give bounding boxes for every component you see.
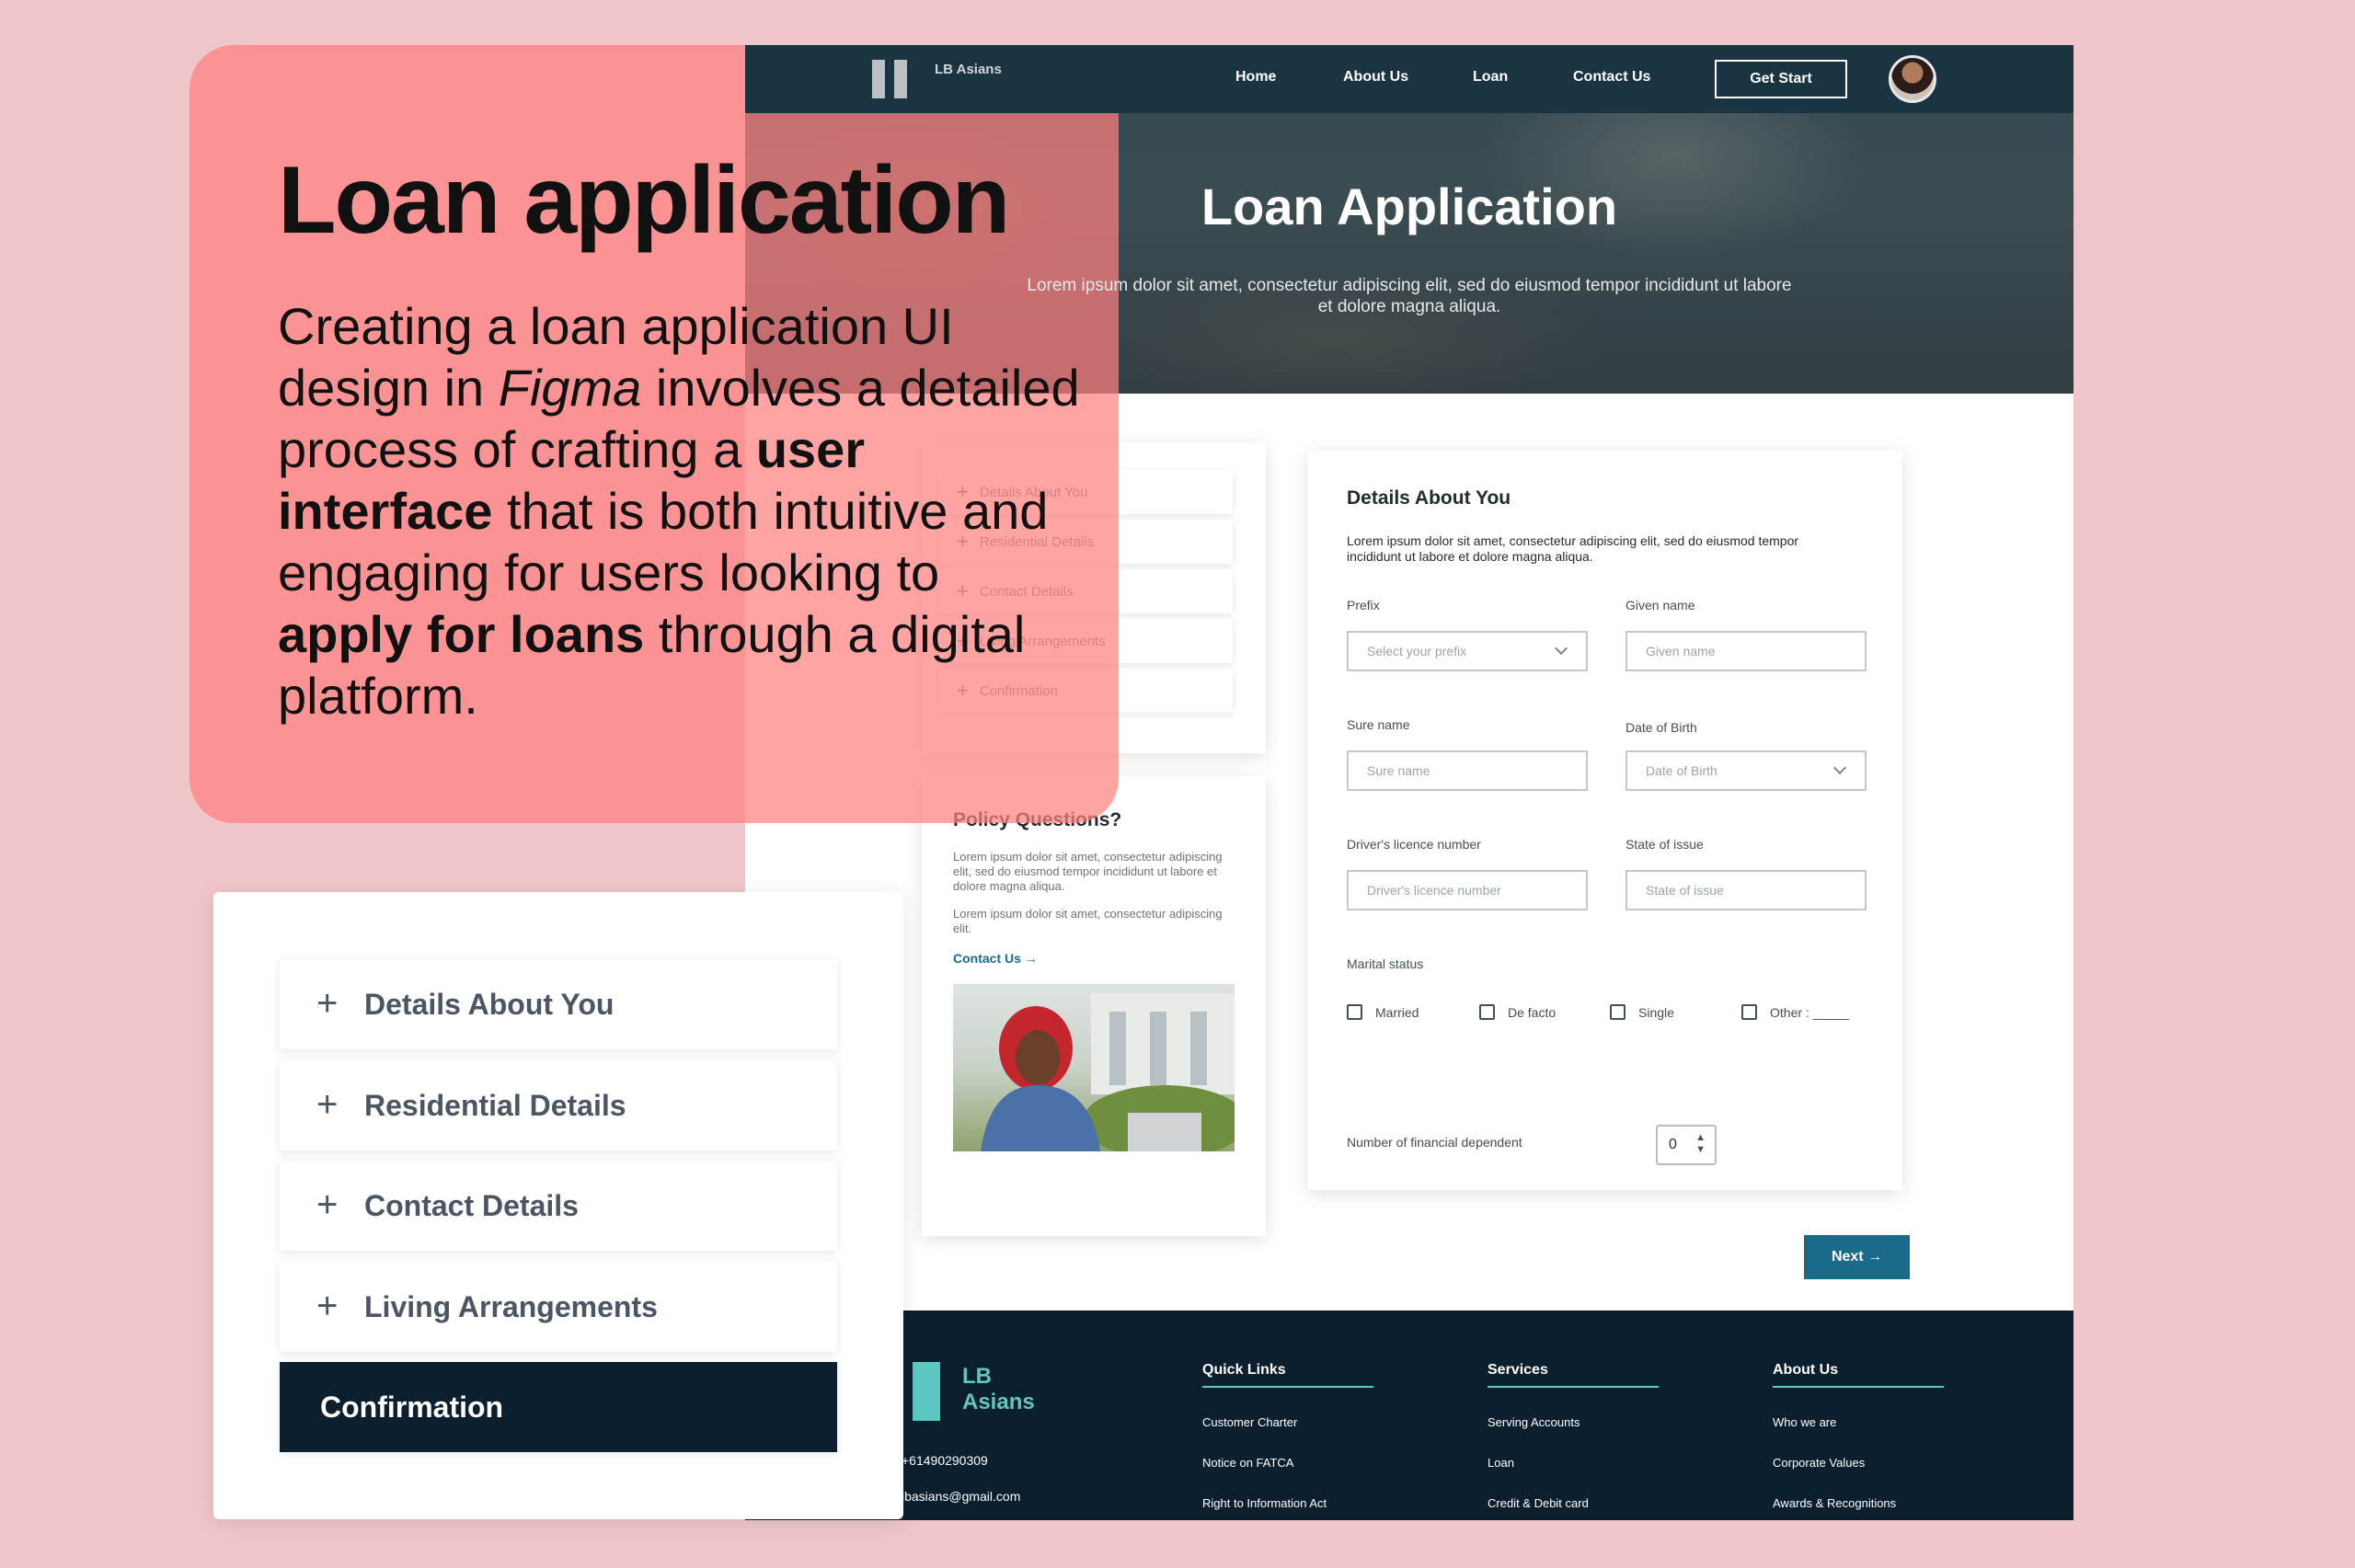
married-checkbox[interactable]: Married	[1347, 1004, 1419, 1020]
footer-link[interactable]: Who we are	[1773, 1415, 1836, 1429]
footer-services-title: Services	[1488, 1362, 1659, 1388]
zoom-step-label: Details About You	[364, 987, 615, 1021]
policy-paragraph: Lorem ipsum dolor sit amet, consectetur …	[953, 850, 1223, 893]
hero-title: Loan Application	[1200, 177, 1618, 235]
zoom-step-label: Confirmation	[320, 1390, 504, 1424]
promo-text-italic: Figma	[498, 359, 642, 417]
prefix-label: Prefix	[1347, 598, 1380, 612]
footer-link[interactable]: Right to Information Act	[1202, 1496, 1327, 1510]
single-checkbox[interactable]: Single	[1610, 1004, 1674, 1020]
zoomed-steps-card: + Details About You + Residential Details …	[213, 892, 903, 1519]
checkbox-icon	[1347, 1004, 1362, 1020]
footer-about-title: About Us	[1773, 1362, 1944, 1388]
next-button[interactable]: Next →	[1804, 1235, 1910, 1279]
prefix-select[interactable]: Select your prefix	[1347, 631, 1588, 671]
zoom-step-contact-details[interactable]: + Contact Details	[280, 1161, 837, 1251]
dob-placeholder: Date of Birth	[1646, 763, 1717, 778]
footer-brand-line: LB	[962, 1364, 992, 1389]
state-input[interactable]: State of issue	[1626, 870, 1867, 910]
chevron-down-icon	[1832, 761, 1847, 775]
site-footer: LB Asians +61490290309 lbasians@gmail.com…	[745, 1310, 2074, 1520]
checkbox-icon	[1741, 1004, 1757, 1020]
footer-link[interactable]: Customer Charter	[1202, 1415, 1297, 1429]
policy-card: Policy Questions? Lorem ipsum dolor sit …	[922, 776, 1266, 1236]
footer-link[interactable]: Credit & Debit card	[1488, 1496, 1589, 1510]
licence-input[interactable]: Driver's licence number	[1347, 870, 1588, 910]
footer-brand: LB Asians	[962, 1364, 1035, 1415]
policy-contact-link[interactable]: Contact Us →	[953, 951, 1038, 966]
other-checkbox[interactable]: Other : _____	[1741, 1004, 1849, 1020]
nav-home-link[interactable]: Home	[1235, 69, 1276, 86]
surname-placeholder: Sure name	[1367, 763, 1430, 778]
brand-name[interactable]: LB Asians	[935, 62, 1008, 78]
footer-email[interactable]: lbasians@gmail.com	[902, 1489, 1020, 1504]
promo-text-bold: apply for loans	[278, 605, 645, 663]
footer-brand-line: Asians	[962, 1390, 1035, 1414]
licence-placeholder: Driver's licence number	[1367, 883, 1501, 898]
given-name-placeholder: Given name	[1646, 644, 1716, 658]
get-start-button[interactable]: Get Start	[1715, 60, 1847, 98]
surname-label: Sure name	[1347, 717, 1410, 732]
policy-paragraph: Lorem ipsum dolor sit amet, consectetur …	[953, 907, 1223, 935]
dob-select[interactable]: Date of Birth	[1626, 750, 1867, 791]
plus-icon: +	[316, 1286, 339, 1326]
footer-link[interactable]: Awards & Recognitions	[1773, 1496, 1896, 1510]
top-navbar: LB Asians Home About Us Loan Contact Us …	[745, 45, 2074, 113]
zoom-step-label: Living Arrangements	[364, 1289, 658, 1323]
checkbox-label: Single	[1638, 1004, 1674, 1020]
state-placeholder: State of issue	[1646, 883, 1724, 898]
footer-phone[interactable]: +61490290309	[902, 1453, 988, 1468]
promo-body: Creating a loan application UI design in…	[278, 295, 1087, 727]
dependents-label: Number of financial dependent	[1347, 1135, 1522, 1150]
footer-logo-icon	[913, 1362, 940, 1421]
given-name-input[interactable]: Given name	[1626, 631, 1867, 671]
surname-input[interactable]: Sure name	[1347, 750, 1588, 791]
given-name-label: Given name	[1626, 598, 1695, 612]
checkbox-label: Married	[1375, 1004, 1419, 1020]
checkbox-icon	[1610, 1004, 1626, 1020]
state-label: State of issue	[1626, 837, 1704, 852]
plus-icon: +	[316, 1185, 339, 1225]
prefix-placeholder: Select your prefix	[1367, 644, 1467, 658]
marital-label: Marital status	[1347, 956, 1424, 971]
plus-icon: +	[316, 983, 339, 1024]
checkbox-label: Other : _____	[1770, 1004, 1849, 1020]
zoom-step-living-arrangements[interactable]: + Living Arrangements	[280, 1262, 837, 1352]
footer-link[interactable]: Serving Accounts	[1488, 1415, 1580, 1429]
footer-link[interactable]: Corporate Values	[1773, 1456, 1865, 1470]
chevron-down-icon	[1554, 641, 1568, 656]
form-intro: Lorem ipsum dolor sit amet, consectetur …	[1347, 533, 1799, 564]
user-avatar[interactable]	[1889, 55, 1936, 103]
checkbox-label: De facto	[1508, 1004, 1557, 1020]
defacto-checkbox[interactable]: De facto	[1479, 1004, 1556, 1020]
details-form: Details About You Lorem ipsum dolor sit …	[1308, 451, 1902, 1190]
dob-label: Date of Birth	[1626, 720, 1697, 735]
customer-photo	[953, 984, 1235, 1151]
licence-label: Driver's licence number	[1347, 837, 1481, 852]
zoom-step-details-about-you[interactable]: + Details About You	[280, 959, 837, 1049]
zoom-step-label: Contact Details	[364, 1188, 579, 1222]
plus-icon: +	[316, 1084, 339, 1125]
zoom-step-confirmation-active[interactable]: Confirmation	[280, 1362, 837, 1452]
brand-logo-icon[interactable]	[872, 60, 916, 103]
zoom-step-residential-details[interactable]: + Residential Details	[280, 1060, 837, 1150]
checkbox-icon	[1479, 1004, 1495, 1020]
nav-contact-link[interactable]: Contact Us	[1573, 69, 1650, 86]
footer-link[interactable]: Loan	[1488, 1456, 1514, 1470]
stepper-arrows-icon[interactable]: ▲ ▼	[1695, 1132, 1706, 1156]
hero-subtitle: Lorem ipsum dolor sit amet, consectetur …	[1027, 276, 1792, 316]
footer-link[interactable]: Notice on FATCA	[1202, 1456, 1293, 1470]
promo-panel: Loan application Creating a loan applica…	[190, 45, 1119, 823]
nav-loan-link[interactable]: Loan	[1473, 69, 1508, 86]
footer-quick-links-title: Quick Links	[1202, 1362, 1373, 1388]
form-title: Details About You	[1347, 487, 1511, 509]
dependents-value: 0	[1669, 1137, 1677, 1152]
dependents-stepper[interactable]: 0 ▲ ▼	[1656, 1125, 1717, 1165]
nav-about-link[interactable]: About Us	[1343, 69, 1408, 86]
zoom-step-label: Residential Details	[364, 1088, 626, 1122]
